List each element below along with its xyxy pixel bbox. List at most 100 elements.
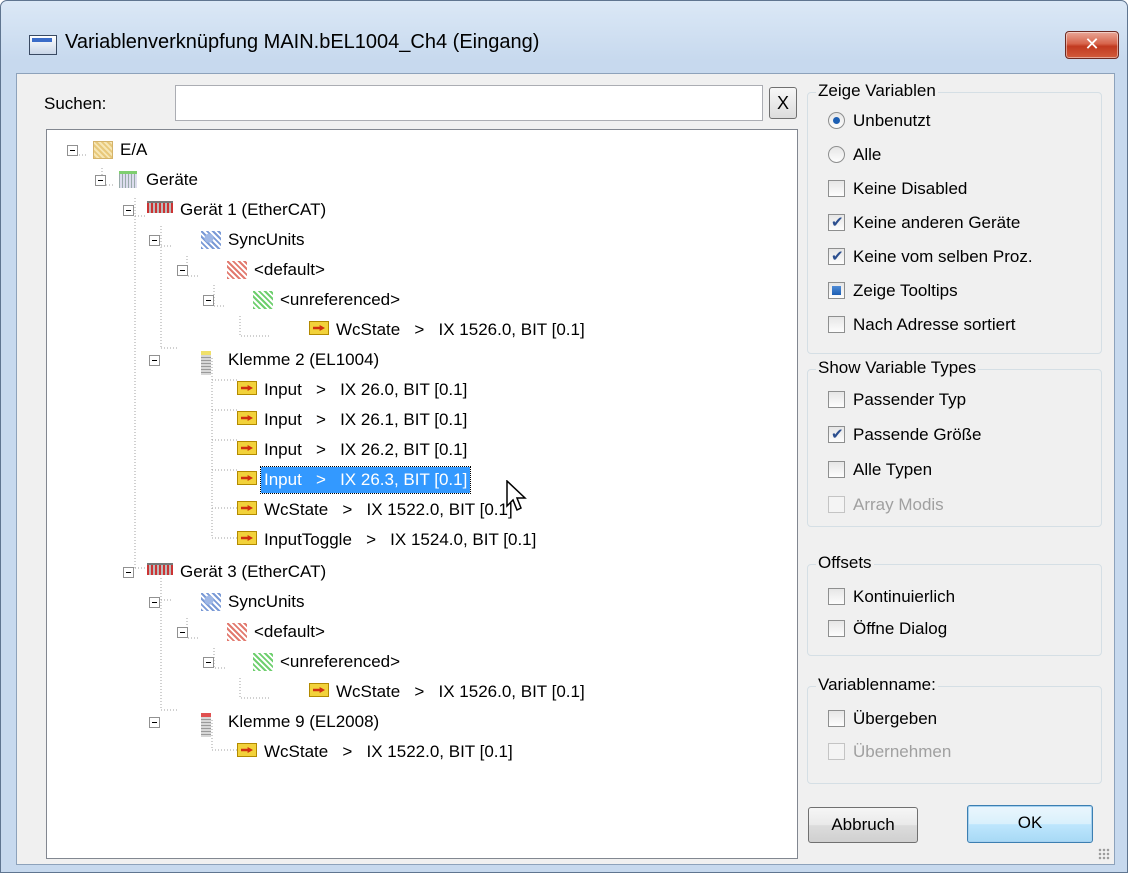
search-clear-button[interactable]: X	[769, 87, 797, 119]
checkbox	[828, 743, 845, 760]
ethercat-icon	[147, 201, 173, 213]
resize-grip[interactable]	[1098, 848, 1110, 860]
show-types-group: Show Variable Types Passender Typ Passend…	[807, 358, 1102, 527]
option-label: Keine Disabled	[853, 179, 968, 198]
ethercat-icon	[147, 563, 173, 575]
option-label: Alle	[853, 145, 882, 164]
tree-node-label: <default>	[254, 622, 325, 641]
sync-units-icon	[201, 593, 221, 611]
variable-icon	[237, 411, 257, 425]
sync-units-icon	[201, 231, 221, 249]
search-input[interactable]	[175, 85, 763, 121]
window-title: Variablenverknüpfung MAIN.bEL1004_Ch4 (E…	[65, 31, 540, 53]
collapse-toggle-icon[interactable]	[149, 717, 160, 728]
tree-node-label: Input > IX 26.3, BIT [0.1]	[259, 466, 472, 494]
title-bar[interactable]: Variablenverknüpfung MAIN.bEL1004_Ch4 (E…	[1, 1, 1127, 81]
checkbox[interactable]	[828, 620, 845, 637]
checkbox[interactable]	[828, 282, 845, 299]
collapse-toggle-icon[interactable]	[177, 627, 188, 638]
search-label: Suchen:	[44, 94, 107, 113]
variable-icon	[237, 531, 257, 545]
variable-name-title: Variablenname:	[816, 675, 938, 695]
tree-node[interactable]: InputToggle > IX 1524.0, BIT [0.1]	[47, 527, 797, 553]
collapse-toggle-icon[interactable]	[203, 657, 214, 668]
tree-node[interactable]: Gerät 1 (EtherCAT)	[47, 197, 797, 223]
tree-node-label: E/A	[120, 140, 148, 159]
tree-node[interactable]: SyncUnits	[47, 589, 797, 615]
variable-tree[interactable]: E/A Geräte Gerät 1 (EtherCAT) SyncUnits <def…	[46, 129, 798, 859]
option-label: Übernehmen	[853, 742, 952, 761]
option-label: Zeige Tooltips	[853, 281, 958, 300]
radio-button[interactable]	[828, 112, 845, 129]
variable-icon	[237, 441, 257, 455]
radio-button[interactable]	[828, 146, 845, 163]
tree-node-label: Gerät 1 (EtherCAT)	[180, 200, 327, 219]
tree-node[interactable]: Klemme 9 (EL2008)	[47, 709, 797, 737]
variable-icon	[237, 501, 257, 515]
tree-node[interactable]: Klemme 2 (EL1004)	[47, 347, 797, 375]
checkbox[interactable]	[828, 588, 845, 605]
close-button[interactable]: ✕	[1065, 31, 1119, 59]
checkbox[interactable]	[828, 180, 845, 197]
tree-node-label: WcState > IX 1522.0, BIT [0.1]	[264, 500, 513, 519]
tree-node[interactable]: Gerät 3 (EtherCAT)	[47, 559, 797, 585]
collapse-toggle-icon[interactable]	[149, 597, 160, 608]
checkbox[interactable]	[828, 245, 845, 269]
checkbox[interactable]	[828, 710, 845, 727]
tree-node-label: Klemme 9 (EL2008)	[228, 712, 380, 731]
tree-node-label: WcState > IX 1526.0, BIT [0.1]	[336, 682, 585, 701]
tree-node[interactable]: Input > IX 26.2, BIT [0.1]	[47, 437, 797, 463]
ok-button[interactable]: OK	[967, 805, 1093, 843]
tree-node-label: Klemme 2 (EL1004)	[228, 350, 380, 369]
terminal-icon	[201, 351, 211, 375]
devices-icon	[119, 171, 137, 188]
tree-node[interactable]: WcState > IX 1526.0, BIT [0.1]	[47, 317, 797, 343]
tree-node[interactable]: <unreferenced>	[47, 649, 797, 675]
tree-node[interactable]: Input > IX 26.3, BIT [0.1]	[47, 466, 797, 494]
tree-node[interactable]: E/A	[47, 137, 797, 163]
collapse-toggle-icon[interactable]	[67, 145, 78, 156]
tree-node-label: Gerät 3 (EtherCAT)	[180, 562, 327, 581]
tree-node[interactable]: WcState > IX 1522.0, BIT [0.1]	[47, 739, 797, 765]
option-label: Alle Typen	[853, 460, 933, 479]
tree-node[interactable]: WcState > IX 1522.0, BIT [0.1]	[47, 497, 797, 523]
show-variables-group: Zeige Variablen Unbenutzt Alle Keine Disab…	[807, 81, 1102, 354]
collapse-toggle-icon[interactable]	[149, 235, 160, 246]
option-label: Übergeben	[853, 709, 938, 728]
checkbox[interactable]	[828, 461, 845, 478]
tree-node[interactable]: <default>	[47, 619, 797, 645]
collapse-toggle-icon[interactable]	[149, 355, 160, 366]
option-label: Keine anderen Geräte	[853, 213, 1021, 232]
tree-node[interactable]: <default>	[47, 257, 797, 283]
checkbox[interactable]	[828, 423, 845, 447]
variable-icon	[237, 743, 257, 757]
collapse-toggle-icon[interactable]	[203, 295, 214, 306]
cancel-button[interactable]: Abbruch	[808, 807, 918, 843]
tree-node[interactable]: <unreferenced>	[47, 287, 797, 313]
folder-icon	[93, 141, 113, 159]
option-label: Passende Größe	[853, 425, 982, 444]
tree-node[interactable]: WcState > IX 1526.0, BIT [0.1]	[47, 679, 797, 705]
checkbox[interactable]	[828, 391, 845, 408]
option-label: Unbenutzt	[853, 111, 931, 130]
sync-unreferenced-icon	[253, 291, 273, 309]
option-label: Keine vom selben Proz.	[853, 247, 1033, 266]
tree-node-label: SyncUnits	[228, 230, 305, 249]
checkbox[interactable]	[828, 211, 845, 235]
tree-node[interactable]: Input > IX 26.0, BIT [0.1]	[47, 377, 797, 403]
variable-icon	[237, 381, 257, 395]
tree-node[interactable]: Input > IX 26.1, BIT [0.1]	[47, 407, 797, 433]
tree-node[interactable]: Geräte	[47, 167, 797, 193]
variable-icon	[309, 321, 329, 335]
collapse-toggle-icon[interactable]	[123, 567, 134, 578]
collapse-toggle-icon[interactable]	[177, 265, 188, 276]
tree-node[interactable]: SyncUnits	[47, 227, 797, 253]
checkbox[interactable]	[828, 316, 845, 333]
tree-node-label: Input > IX 26.2, BIT [0.1]	[264, 440, 468, 459]
collapse-toggle-icon[interactable]	[95, 175, 106, 186]
show-variables-title: Zeige Variablen	[816, 81, 938, 101]
variable-name-group: Variablenname: Übergeben Übernehmen	[807, 675, 1102, 784]
collapse-toggle-icon[interactable]	[123, 205, 134, 216]
option-label: Öffne Dialog	[853, 619, 948, 638]
show-types-title: Show Variable Types	[816, 358, 979, 378]
